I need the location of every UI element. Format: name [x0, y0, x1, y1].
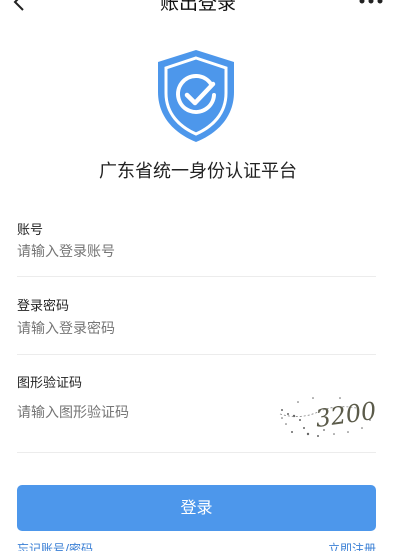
password-label: 登录密码 [17, 299, 70, 314]
more-icon[interactable] [356, 0, 386, 12]
account-input[interactable] [17, 243, 287, 259]
account-label: 账号 [17, 223, 44, 238]
captcha-text: 3200 [314, 397, 378, 433]
captcha-label: 图形验证码 [17, 376, 83, 391]
password-input[interactable] [17, 320, 287, 336]
page-title: 账出登录 [159, 0, 236, 14]
top-bar: 账出登录 [0, 0, 396, 18]
captcha-input[interactable] [17, 404, 267, 420]
login-button[interactable]: 登录 [17, 485, 376, 531]
account-divider [17, 276, 376, 277]
shield-check-icon [158, 50, 234, 142]
forgot-password-link[interactable]: 忘记账号/密码 [17, 540, 93, 551]
captcha-image[interactable]: 3200 [278, 390, 378, 442]
captcha-divider [17, 452, 376, 453]
register-link[interactable]: 立即注册 [328, 540, 376, 551]
login-screen: 账出登录 广东省统一身份认证平台 账号 登录密码 图形验证码 3200 [0, 0, 396, 551]
platform-title: 广东省统一身份认证平台 [99, 161, 297, 182]
password-divider [17, 354, 376, 355]
